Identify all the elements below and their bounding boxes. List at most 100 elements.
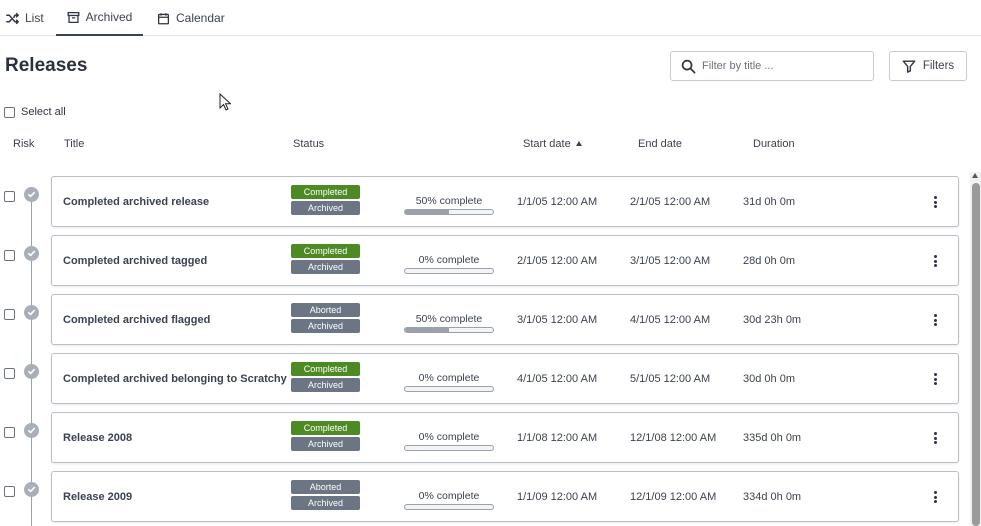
release-title[interactable]: Completed archived flagged — [63, 314, 210, 326]
release-card[interactable]: Completed archived belonging to Scratchy… — [51, 353, 959, 404]
release-card[interactable]: Release 2008 Completed Archived 0% complete… — [51, 412, 959, 463]
select-all-label: Select all — [21, 106, 66, 118]
archived-badge: Archived — [291, 319, 360, 333]
end-date: 12/1/09 12:00 AM — [630, 491, 717, 503]
row-checkbox[interactable] — [4, 191, 15, 202]
archived-badge: Archived — [291, 437, 360, 451]
end-date: 12/1/08 12:00 AM — [630, 432, 717, 444]
sort-ascending-icon — [575, 141, 582, 146]
duration: 30d 23h 0m — [743, 314, 802, 326]
end-date: 5/1/05 12:00 AM — [630, 373, 711, 385]
column-header-risk: Risk — [13, 138, 35, 150]
more-options-icon[interactable] — [930, 489, 940, 505]
progress-label: 0% complete — [418, 372, 480, 384]
end-date: 3/1/05 12:00 AM — [630, 255, 711, 267]
select-all-checkbox[interactable] — [4, 106, 15, 118]
start-date: 1/1/08 12:00 AM — [517, 432, 598, 444]
start-date: 4/1/05 12:00 AM — [517, 373, 598, 385]
column-header-start-date[interactable]: Start date — [523, 138, 582, 150]
tab-calendar[interactable]: Calendar — [157, 0, 225, 36]
column-header-status: Status — [293, 138, 325, 150]
status-badge: Completed — [291, 185, 360, 199]
archived-badge: Archived — [291, 201, 360, 215]
search-input[interactable] — [702, 60, 862, 72]
archived-badge: Archived — [291, 496, 360, 510]
release-title[interactable]: Completed archived release — [63, 196, 209, 208]
tab-archived-label: Archived — [85, 10, 133, 24]
release-card[interactable]: Release 2009 Aborted Archived 0% complete 1/… — [51, 471, 959, 522]
duration: 31d 0h 0m — [743, 196, 795, 208]
start-date: 2/1/05 12:00 AM — [517, 255, 598, 267]
calendar-icon — [157, 12, 170, 24]
release-card[interactable]: Completed archived flagged Aborted Archive… — [51, 294, 959, 345]
column-header-duration[interactable]: Duration — [753, 138, 795, 150]
scrollbar-thumb[interactable] — [972, 183, 980, 526]
end-date: 4/1/05 12:00 AM — [630, 314, 711, 326]
release-title[interactable]: Release 2009 — [63, 491, 132, 503]
progress-label: 0% complete — [418, 254, 480, 266]
more-options-icon[interactable] — [930, 194, 940, 210]
scroll-up-arrow[interactable] — [972, 173, 978, 178]
end-date: 2/1/05 12:00 AM — [630, 196, 711, 208]
more-options-icon[interactable] — [930, 371, 940, 387]
progress-label: 50% complete — [415, 195, 483, 207]
release-card[interactable]: Completed archived release Completed Archi… — [51, 176, 959, 227]
shuffle-icon — [6, 12, 19, 24]
status-badge: Completed — [291, 244, 360, 258]
tab-list-label: List — [25, 11, 44, 25]
progress-bar — [404, 445, 494, 451]
progress-label: 50% complete — [415, 313, 483, 325]
release-title[interactable]: Release 2008 — [63, 432, 132, 444]
progress-bar — [404, 386, 494, 392]
filters-button[interactable]: Filters — [889, 51, 967, 81]
progress-bar — [404, 268, 494, 274]
more-options-icon[interactable] — [930, 430, 940, 446]
status-badge: Completed — [291, 421, 360, 435]
release-card[interactable]: Completed archived tagged Completed Archiv… — [51, 235, 959, 286]
funnel-icon — [902, 60, 916, 73]
row-checkbox[interactable] — [4, 250, 15, 261]
progress-label: 0% complete — [418, 490, 480, 502]
mouse-cursor-icon — [219, 93, 231, 111]
release-title[interactable]: Completed archived tagged — [63, 255, 207, 267]
archived-badge: Archived — [291, 260, 360, 274]
duration: 28d 0h 0m — [743, 255, 795, 267]
duration: 335d 0h 0m — [743, 432, 802, 444]
risk-check-icon — [24, 246, 39, 261]
column-header-start-date-label: Start date — [523, 138, 571, 150]
tab-list[interactable]: List — [6, 0, 44, 36]
risk-check-icon — [24, 364, 39, 379]
progress-bar-fill — [405, 328, 449, 332]
select-all: Select all — [4, 106, 66, 118]
filters-button-label: Filters — [922, 60, 955, 72]
risk-check-icon — [24, 482, 39, 497]
start-date: 1/1/05 12:00 AM — [517, 196, 598, 208]
column-header-end-date[interactable]: End date — [638, 138, 682, 150]
progress-bar-fill — [405, 210, 449, 214]
duration: 30d 0h 0m — [743, 373, 795, 385]
archived-badge: Archived — [291, 378, 360, 392]
view-tabs: List Archived Calendar — [0, 0, 981, 36]
archive-box-icon — [67, 11, 80, 23]
release-title[interactable]: Completed archived belonging to Scratchy — [63, 373, 287, 385]
status-badge: Completed — [291, 362, 360, 376]
risk-check-icon — [24, 187, 39, 202]
tab-archived[interactable]: Archived — [56, 0, 143, 36]
start-date: 3/1/05 12:00 AM — [517, 314, 598, 326]
row-checkbox[interactable] — [4, 427, 15, 438]
status-badge: Aborted — [291, 303, 360, 317]
column-header-title[interactable]: Title — [64, 138, 84, 150]
tab-calendar-label: Calendar — [176, 11, 225, 25]
progress-bar — [404, 209, 494, 215]
progress-bar — [404, 327, 494, 333]
search-box[interactable] — [670, 51, 874, 81]
progress-bar — [404, 504, 494, 510]
status-badge: Aborted — [291, 480, 360, 494]
search-icon — [681, 59, 696, 73]
row-checkbox[interactable] — [4, 486, 15, 497]
more-options-icon[interactable] — [930, 312, 940, 328]
row-checkbox[interactable] — [4, 368, 15, 379]
risk-check-icon — [24, 423, 39, 438]
row-checkbox[interactable] — [4, 309, 15, 320]
more-options-icon[interactable] — [930, 253, 940, 269]
